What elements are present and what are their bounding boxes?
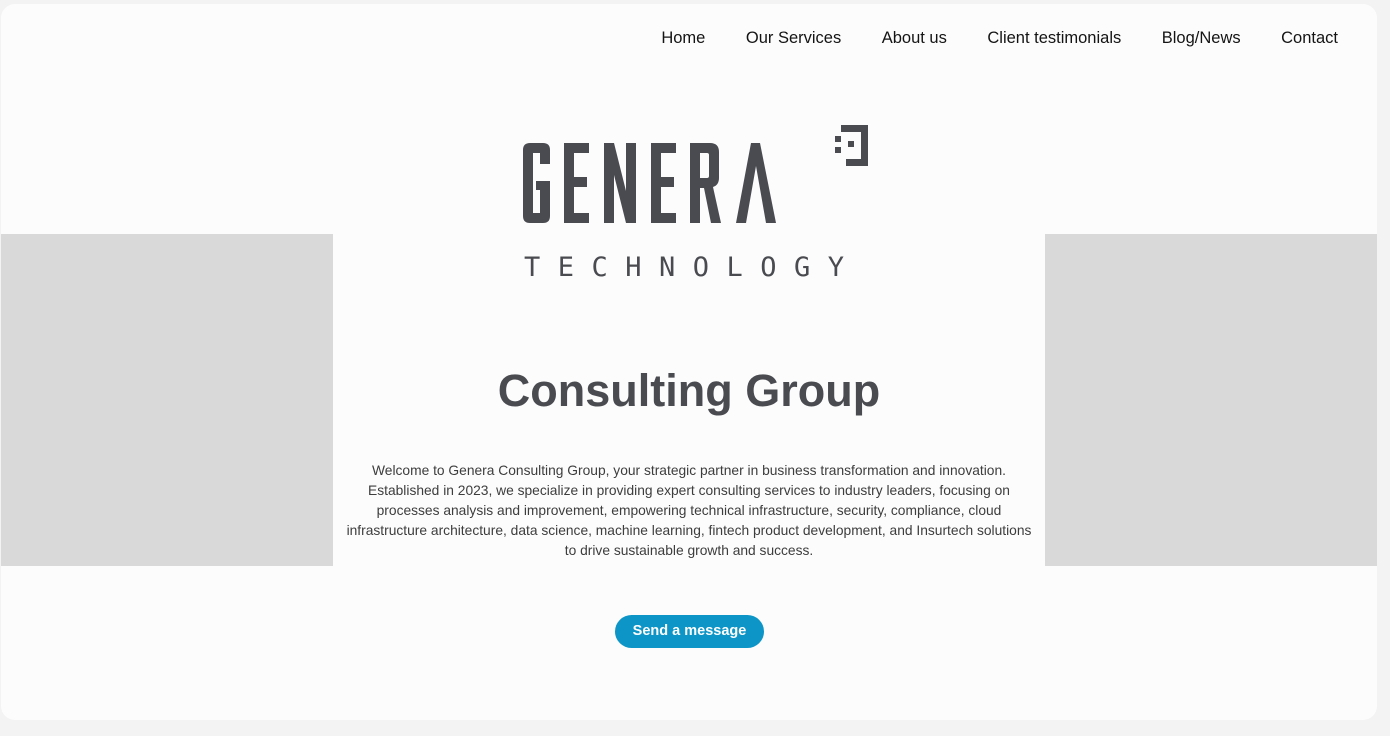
hero-band-left <box>1 234 333 566</box>
company-logo: TECHNOLOGY <box>468 68 913 333</box>
main-nav: Home Our Services About us Client testim… <box>621 29 1338 47</box>
nav-about-us[interactable]: About us <box>882 29 947 47</box>
nav-contact[interactable]: Contact <box>1281 29 1338 47</box>
logo-subtitle: TECHNOLOGY <box>524 252 844 283</box>
intro-paragraph: Welcome to Genera Consulting Group, your… <box>346 463 1032 558</box>
hero-band-right <box>1045 234 1377 566</box>
nav-client-testimonials[interactable]: Client testimonials <box>987 29 1121 47</box>
genera-logo-graphic: TECHNOLOGY <box>523 125 868 283</box>
nav-our-services[interactable]: Our Services <box>746 29 841 47</box>
page-card: Home Our Services About us Client testim… <box>1 4 1377 720</box>
page-title: Consulting Group <box>497 365 881 417</box>
nav-blog-news[interactable]: Blog/News <box>1162 29 1241 47</box>
send-message-button[interactable]: Send a message <box>615 615 764 648</box>
svg-text:TECHNOLOGY: TECHNOLOGY <box>524 252 844 283</box>
nav-home[interactable]: Home <box>661 29 705 47</box>
